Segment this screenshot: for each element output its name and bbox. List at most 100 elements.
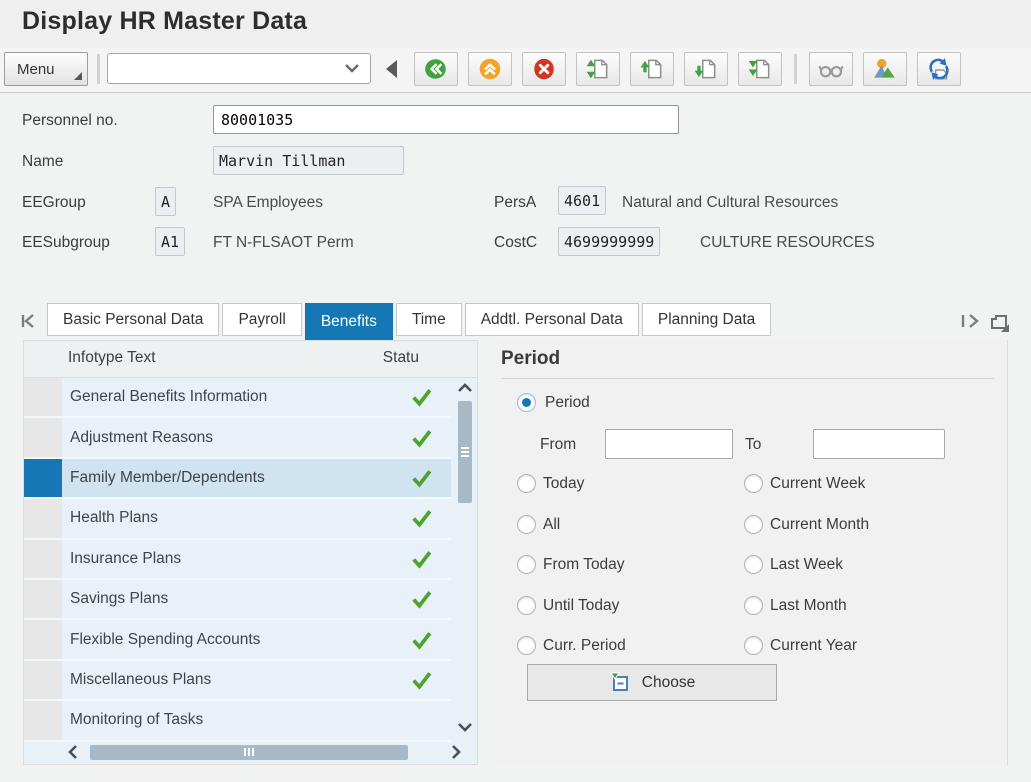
page-title: Display HR Master Data [22, 7, 307, 36]
display-change-button[interactable] [809, 52, 853, 86]
personnel-no-input[interactable] [213, 105, 679, 134]
horizontal-scrollbar-thumb[interactable] [90, 745, 408, 760]
infotype-text: Insurance Plans [66, 550, 181, 568]
tab-overview-icon[interactable] [988, 311, 1010, 333]
row-selector[interactable] [24, 540, 62, 578]
table-row[interactable]: Flexible Spending Accounts [24, 620, 451, 660]
radio-today[interactable] [517, 474, 536, 493]
radio-until-today[interactable] [517, 596, 536, 615]
infotype-rows: General Benefits Information Adjustment … [24, 378, 451, 742]
ee-subgroup-text: FT N-FLSAOT Perm [213, 234, 354, 252]
cancel-icon [531, 56, 557, 82]
tab-addtl-personal-data[interactable]: Addtl. Personal Data [465, 303, 639, 336]
radio-period[interactable] [517, 393, 536, 412]
scroll-down-icon[interactable] [454, 720, 476, 736]
to-date-input[interactable] [813, 429, 945, 459]
table-row[interactable]: Insurance Plans [24, 540, 451, 580]
radio-today-label: Today [543, 475, 584, 493]
pers-area-text: Natural and Cultural Resources [622, 194, 838, 212]
tab-payroll[interactable]: Payroll [222, 303, 301, 336]
scroll-left-icon[interactable] [66, 744, 80, 760]
infotype-text: Monitoring of Tasks [66, 711, 203, 729]
infotype-text: Family Member/Dependents [66, 469, 265, 487]
name-field: Marvin Tillman [213, 146, 404, 175]
toolbar-separator [97, 54, 100, 84]
next-page-button[interactable] [684, 52, 728, 86]
mountains-icon [872, 56, 898, 82]
row-selector[interactable] [24, 378, 62, 416]
check-icon [409, 627, 434, 652]
personnel-no-label: Personnel no. [22, 112, 118, 130]
check-icon [409, 506, 434, 531]
table-row[interactable]: Savings Plans [24, 580, 451, 620]
horizontal-scrollbar[interactable] [66, 743, 463, 761]
from-date-input[interactable] [605, 429, 733, 459]
sap-hr-master-data-window: Display HR Master Data Menu [0, 0, 1031, 782]
radio-current-year-label: Current Year [770, 637, 857, 655]
ee-subgroup-field: A1 [155, 227, 185, 256]
table-row[interactable]: Adjustment Reasons [24, 418, 451, 458]
radio-period-label: Period [545, 394, 590, 412]
collapse-toolbar-icon[interactable] [386, 60, 397, 78]
tab-scroll-left-icon[interactable] [18, 311, 38, 331]
cost-center-text: CULTURE RESOURCES [700, 234, 875, 252]
radio-current-month[interactable] [744, 515, 763, 534]
row-selector[interactable] [24, 620, 62, 658]
cost-center-label: CostC [494, 234, 537, 252]
toolbar: Menu [0, 48, 1031, 93]
radio-current-year[interactable] [744, 636, 763, 655]
last-page-button[interactable] [738, 52, 782, 86]
overview-button[interactable] [863, 52, 907, 86]
table-row[interactable]: Miscellaneous Plans [24, 661, 451, 701]
radio-all[interactable] [517, 515, 536, 534]
row-selector[interactable] [24, 701, 62, 739]
tab-basic-personal-data[interactable]: Basic Personal Data [47, 303, 219, 336]
row-selector[interactable] [24, 499, 62, 537]
scroll-up-icon[interactable] [454, 381, 476, 397]
menu-button[interactable]: Menu [4, 52, 88, 86]
tab-label: Benefits [321, 313, 377, 331]
choose-button-label: Choose [642, 674, 695, 692]
vertical-scrollbar[interactable] [454, 381, 476, 736]
page-up-icon [639, 56, 665, 82]
horizontal-scrollbar-track[interactable] [90, 745, 439, 760]
radio-from-today[interactable] [517, 555, 536, 574]
choose-button[interactable]: Choose [527, 664, 777, 701]
infotype-text: Savings Plans [66, 590, 168, 608]
previous-page-button[interactable] [630, 52, 674, 86]
row-selector[interactable] [24, 580, 62, 618]
tabs: Basic Personal Data Payroll Benefits Tim… [47, 303, 774, 340]
radio-last-week[interactable] [744, 555, 763, 574]
refresh-button[interactable] [917, 52, 961, 86]
name-label: Name [22, 153, 63, 171]
choose-icon [609, 672, 631, 694]
tab-benefits[interactable]: Benefits [305, 303, 393, 340]
ee-group-field: A [155, 187, 176, 216]
radio-current-week[interactable] [744, 474, 763, 493]
exit-button[interactable] [468, 52, 512, 86]
radio-curr-period[interactable] [517, 636, 536, 655]
radio-current-week-label: Current Week [770, 475, 865, 493]
back-button[interactable] [414, 52, 458, 86]
row-selector[interactable] [24, 418, 62, 456]
command-field-input[interactable] [107, 53, 371, 84]
row-selector[interactable] [24, 459, 62, 497]
tab-label: Addtl. Personal Data [481, 311, 623, 329]
column-header-status: Statu [383, 349, 419, 367]
cancel-button[interactable] [522, 52, 566, 86]
scroll-right-icon[interactable] [449, 744, 463, 760]
tab-time[interactable]: Time [396, 303, 462, 336]
tab-scroll-right-icon[interactable] [960, 311, 980, 331]
table-row[interactable]: Health Plans [24, 499, 451, 539]
table-row[interactable]: Family Member/Dependents [24, 459, 451, 499]
first-page-button[interactable] [576, 52, 620, 86]
vertical-scrollbar-thumb[interactable] [458, 401, 472, 503]
column-header-infotype-text: Infotype Text [68, 349, 156, 367]
radio-last-month[interactable] [744, 596, 763, 615]
tab-planning-data[interactable]: Planning Data [642, 303, 771, 336]
row-selector[interactable] [24, 661, 62, 699]
table-row[interactable]: Monitoring of Tasks [24, 701, 451, 741]
refresh-icon [926, 56, 952, 82]
table-row[interactable]: General Benefits Information [24, 378, 451, 418]
page-down-icon [693, 56, 719, 82]
